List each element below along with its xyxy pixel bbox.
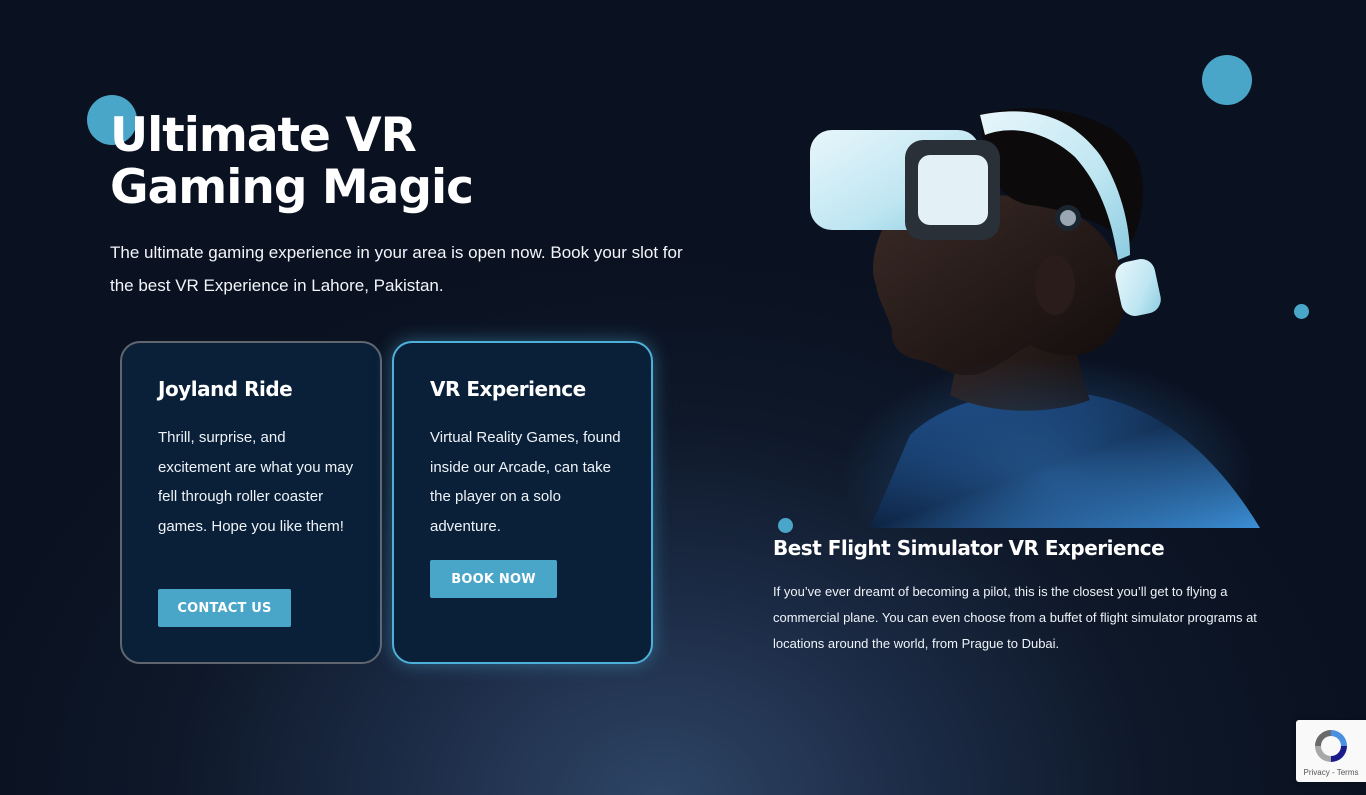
recaptcha-separator: -	[1329, 768, 1337, 777]
decorative-dot	[778, 518, 793, 533]
decorative-dot	[1294, 304, 1309, 319]
recaptcha-terms-link[interactable]: Terms	[1337, 768, 1359, 777]
feature-title: Best Flight Simulator VR Experience	[773, 536, 1165, 560]
recaptcha-logo-icon	[1315, 730, 1347, 762]
book-now-button[interactable]: BOOK NOW	[430, 560, 557, 598]
recaptcha-links: Privacy - Terms	[1296, 768, 1366, 777]
card-text: Thrill, surprise, and excitement are wha…	[158, 429, 354, 535]
contact-us-button[interactable]: CONTACT US	[158, 589, 291, 627]
hero-title: Ultimate VR Gaming Magic	[110, 110, 670, 214]
recaptcha-privacy-link[interactable]: Privacy	[1304, 768, 1330, 777]
feature-text: If you’ve ever dreamt of becoming a pilo…	[773, 584, 1257, 651]
card-title: VR Experience	[430, 377, 586, 401]
vr-headset-person-image	[800, 95, 1270, 528]
image-glow	[840, 355, 1260, 528]
hero-title-line-2: Gaming Magic	[110, 160, 474, 215]
card-joyland-ride: Joyland Ride Thrill, surprise, and excit…	[120, 341, 382, 664]
card-text: Virtual Reality Games, found inside our …	[430, 429, 621, 535]
hero-subtitle: The ultimate gaming experience in your a…	[110, 243, 683, 295]
card-vr-experience: VR Experience Virtual Reality Games, fou…	[392, 341, 653, 664]
hero-title-line-1: Ultimate VR	[110, 108, 417, 163]
recaptcha-badge[interactable]: Privacy - Terms	[1296, 720, 1366, 782]
card-title: Joyland Ride	[158, 377, 293, 401]
